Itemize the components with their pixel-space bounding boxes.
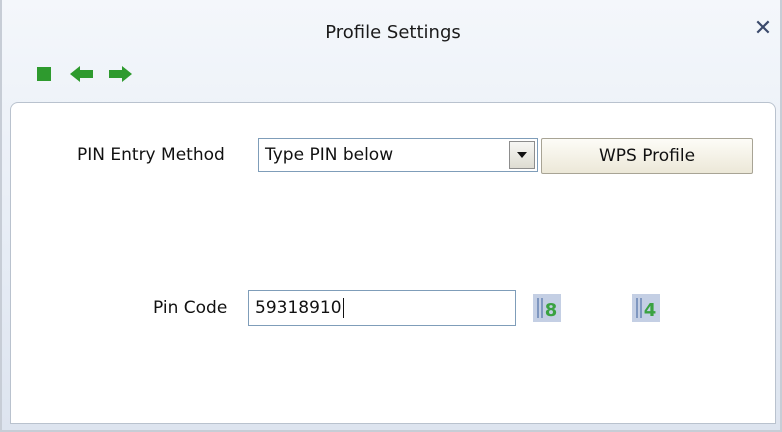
digit-4-button[interactable]: 4 (632, 294, 660, 322)
profile-settings-window: Profile Settings ✕ PIN Entry Method Type… (0, 0, 782, 432)
pin-code-field[interactable]: 59318910 (248, 290, 516, 326)
forward-arrow-icon[interactable] (108, 63, 132, 85)
window-title: Profile Settings (325, 22, 461, 43)
stop-icon[interactable] (32, 63, 56, 85)
digit-4-label: 4 (644, 300, 657, 320)
pin-entry-method-label: PIN Entry Method (77, 145, 225, 165)
pin-entry-method-select[interactable]: Type PIN below (258, 138, 538, 172)
wps-profile-button[interactable]: WPS Profile (541, 138, 753, 174)
pin-code-label: Pin Code (153, 298, 228, 318)
close-icon[interactable]: ✕ (752, 18, 774, 40)
back-arrow-icon[interactable] (70, 63, 94, 85)
pin-entry-method-value: Type PIN below (265, 145, 394, 165)
toolbar (32, 62, 132, 86)
settings-panel: PIN Entry Method Type PIN below WPS Prof… (10, 102, 776, 424)
digit-8-label: 8 (545, 300, 558, 320)
digit-8-button[interactable]: 8 (533, 294, 561, 322)
pin-code-value: 59318910 (255, 298, 344, 318)
title-bar: Profile Settings ✕ (2, 0, 782, 100)
chevron-down-icon[interactable] (509, 141, 535, 169)
